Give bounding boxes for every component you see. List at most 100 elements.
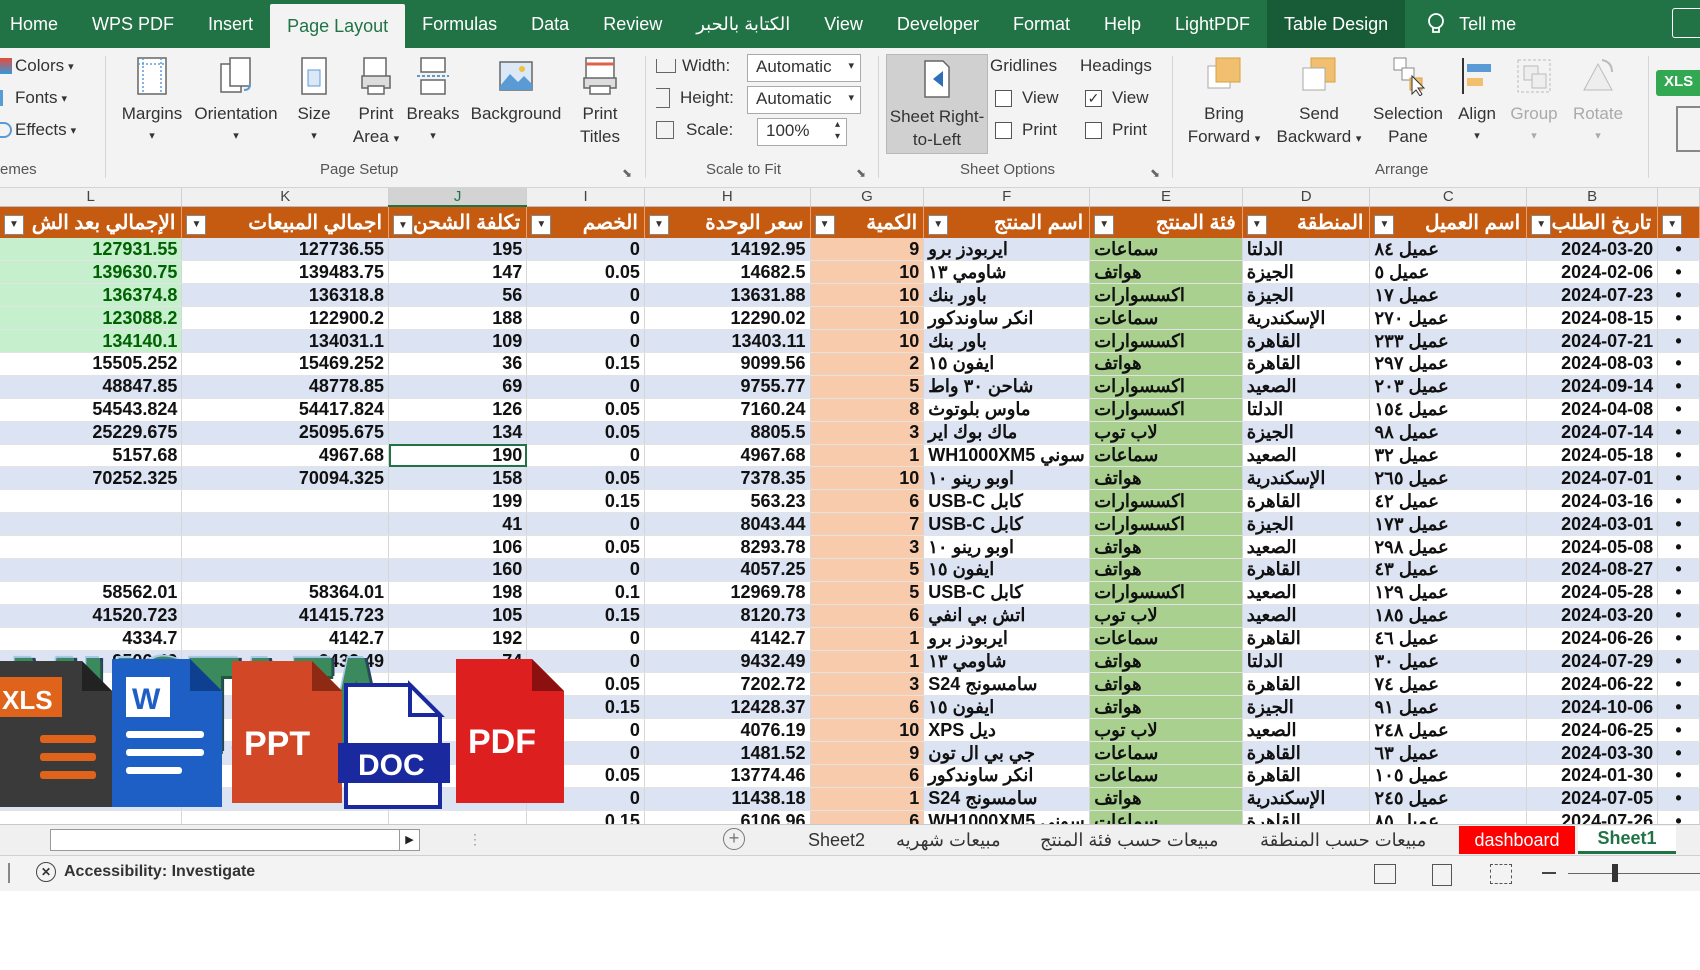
cell-customer[interactable]: عميل ٣٠ [1369, 650, 1528, 674]
height-dropdown[interactable]: Automatic ▾ [747, 86, 861, 114]
cell-order-date[interactable]: 2024-04-08 [1526, 398, 1659, 422]
tab-developer[interactable]: Developer [880, 0, 996, 48]
cell-category[interactable]: اكسسوارات [1089, 283, 1243, 308]
cell-discount[interactable]: 0.05 [526, 398, 645, 422]
sheet-tab-sheet1[interactable]: Sheet1 [1578, 826, 1676, 854]
sheet-tab-sheet2[interactable]: Sheet2 [796, 826, 877, 854]
cell-shipping-cost[interactable]: 109 [388, 329, 528, 353]
tab-home[interactable]: Home [0, 0, 75, 48]
cell-quantity[interactable]: 6 [810, 604, 925, 628]
cell-unit-price[interactable]: 4076.19 [644, 718, 811, 743]
cell-quantity[interactable]: 3 [810, 535, 925, 559]
cell-category[interactable]: اكسسوارات [1089, 512, 1243, 537]
cell-customer[interactable]: عميل ٢٠٣ [1369, 375, 1528, 399]
cell-unit-price[interactable]: 13774.46 [644, 764, 811, 788]
cell-region[interactable]: القاهرة [1242, 741, 1371, 765]
cell-row-marker[interactable]: • [1657, 352, 1700, 376]
cell-order-date[interactable]: 2024-07-05 [1526, 787, 1659, 811]
cell-product-name[interactable]: شاحن ٣٠ واط [923, 375, 1091, 399]
cell-customer[interactable]: عميل ٧٤ [1369, 672, 1528, 697]
cell-row-marker[interactable]: • [1657, 238, 1700, 262]
cell-unit-price[interactable]: 8805.5 [644, 421, 811, 445]
cell-unit-price[interactable]: 13631.88 [644, 283, 811, 308]
cell-total-after-shipping[interactable]: 15505.252 [0, 352, 183, 376]
cell-discount[interactable]: 0.1 [526, 581, 645, 605]
cell-total-after-shipping[interactable] [0, 558, 183, 582]
page-break-view-icon[interactable] [1490, 864, 1512, 884]
cell-total-sales[interactable]: 122900.2 [181, 306, 389, 331]
cell-customer[interactable]: عميل ١٧٣ [1369, 512, 1528, 537]
cell-shipping-cost[interactable]: 188 [388, 306, 528, 331]
col-header-D[interactable]: D [1242, 188, 1371, 207]
cell-total-sales[interactable]: 70094.325 [181, 466, 389, 491]
cell-product-name[interactable]: ماك بوك اير [923, 421, 1091, 445]
cell-order-date[interactable]: 2024-07-23 [1526, 283, 1659, 308]
cell-category[interactable]: سماعات [1089, 764, 1243, 788]
tab-data[interactable]: Data [514, 0, 586, 48]
cell-region[interactable]: الدلتا [1242, 238, 1371, 262]
cell-quantity[interactable]: 7 [810, 512, 925, 537]
page-layout-view-icon[interactable] [1432, 864, 1452, 886]
col-header-H[interactable]: H [644, 188, 811, 207]
cell-total-after-shipping[interactable]: 136374.8 [0, 283, 183, 308]
cell-order-date[interactable]: 2024-07-14 [1526, 421, 1659, 445]
page-setup-launcher-icon[interactable]: ⬊ [622, 166, 632, 180]
cell-row-marker[interactable]: • [1657, 627, 1700, 651]
cell-discount[interactable]: 0.05 [526, 466, 645, 491]
zoom-slider-thumb[interactable] [1612, 864, 1618, 882]
cell-region[interactable]: القاهرة [1242, 558, 1371, 582]
cell-region[interactable]: الجيزة [1242, 260, 1371, 285]
cell-unit-price[interactable]: 4057.25 [644, 558, 811, 582]
cell-quantity[interactable]: 6 [810, 695, 925, 720]
cell-region[interactable]: الإسكندرية [1242, 787, 1371, 811]
col-header-E[interactable]: E [1089, 188, 1243, 207]
cell-unit-price[interactable]: 9432.49 [644, 650, 811, 674]
cell-quantity[interactable]: 9 [810, 741, 925, 765]
cell-region[interactable]: الصعيد [1242, 604, 1371, 628]
cell-row-marker[interactable]: • [1657, 260, 1700, 285]
cell-region[interactable]: القاهرة [1242, 329, 1371, 353]
cell-product-name[interactable]: اوبو رينو ١٠ [923, 535, 1091, 559]
cell-category[interactable]: هواتف [1089, 558, 1243, 582]
cell-total-after-shipping[interactable]: 5157.68 [0, 444, 183, 468]
cell-order-date[interactable]: 2024-01-30 [1526, 764, 1659, 788]
cell-customer[interactable]: عميل ٢٣٣ [1369, 329, 1528, 353]
scale-launcher-icon[interactable]: ⬊ [856, 166, 866, 180]
header-quantity[interactable]: ▼ الكمية [810, 206, 925, 238]
cell-customer[interactable]: عميل ٦٣ [1369, 741, 1528, 765]
accessibility-status[interactable]: ✕ Accessibility: Investigate [36, 862, 255, 882]
cell-order-date[interactable]: 2024-06-25 [1526, 718, 1659, 743]
cell-total-sales[interactable]: 134031.1 [181, 329, 389, 353]
selection-pane-button[interactable]: Selection Pane [1368, 56, 1448, 148]
cell-row-marker[interactable]: • [1657, 764, 1700, 788]
cell-row-marker[interactable]: • [1657, 512, 1700, 537]
cell-customer[interactable]: عميل ٢٧٠ [1369, 306, 1528, 331]
cell-discount[interactable]: 0.15 [526, 604, 645, 628]
cell-customer[interactable]: عميل ٤٢ [1369, 489, 1528, 514]
cell-category[interactable]: هواتف [1089, 535, 1243, 559]
cell-row-marker[interactable]: • [1657, 375, 1700, 399]
cell-unit-price[interactable]: 8120.73 [644, 604, 811, 628]
cell-total-sales[interactable] [181, 489, 389, 514]
cell-total-sales[interactable]: 25095.675 [181, 421, 389, 445]
cell-product-name[interactable]: كابل USB-C [923, 489, 1091, 514]
cell-quantity[interactable]: 1 [810, 627, 925, 651]
cell-total-after-shipping[interactable] [0, 512, 183, 537]
cell-product-name[interactable]: ايفون ١٥ [923, 695, 1091, 720]
cell-region[interactable]: القاهرة [1242, 627, 1371, 651]
scroll-right-icon[interactable]: ▶ [399, 830, 419, 850]
cell-product-name[interactable]: شاومي ١٣ [923, 650, 1091, 674]
tab-page-layout[interactable]: Page Layout [270, 4, 406, 48]
tab-draw[interactable]: الكتابة بالحبر [679, 0, 807, 48]
cell-shipping-cost[interactable]: 158 [388, 466, 528, 491]
cell-order-date[interactable]: 2024-09-14 [1526, 375, 1659, 399]
cell-customer[interactable]: عميل ٣٢ [1369, 444, 1528, 468]
cell-row-marker[interactable]: • [1657, 489, 1700, 514]
cell-customer[interactable]: عميل ٢٤٨ [1369, 718, 1528, 743]
themes-colors-button[interactable]: Colors ▾ [0, 56, 74, 76]
tab-wps-pdf[interactable]: WPS PDF [75, 0, 191, 48]
cell-total-after-shipping[interactable]: 58562.01 [0, 581, 183, 605]
cell-discount[interactable]: 0 [526, 306, 645, 331]
cell-unit-price[interactable]: 1481.52 [644, 741, 811, 765]
cell-total-sales[interactable]: 136318.8 [181, 283, 389, 308]
